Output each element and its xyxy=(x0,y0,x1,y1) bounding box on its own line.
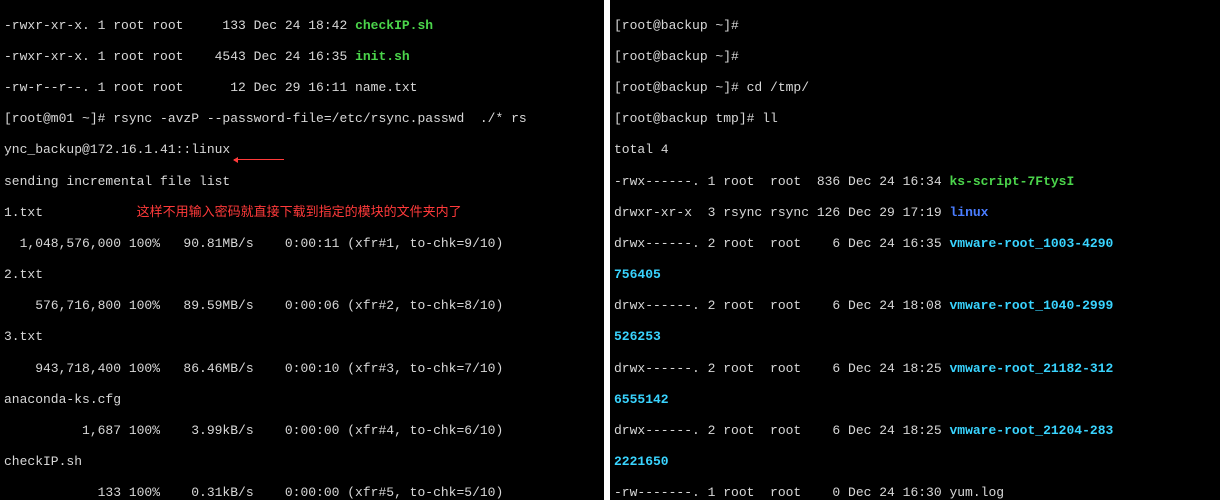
ls-line: -rwx------. 1 root root 836 Dec 24 16:34 xyxy=(614,174,949,189)
file-name: anaconda-ks.cfg xyxy=(4,392,600,408)
annotation-note: 这样不用输入密码就直接下载到指定的模块的文件夹内了 xyxy=(137,205,462,220)
progress-line: 1,048,576,000 100% 90.81MB/s 0:00:11 (xf… xyxy=(4,236,600,252)
progress-line: 943,718,400 100% 86.46MB/s 0:00:10 (xfr#… xyxy=(4,361,600,377)
dir-linux: linux xyxy=(949,205,988,220)
ls-line: drwx------. 2 root root 6 Dec 24 18:08 xyxy=(614,298,949,313)
prompt: [root@backup ~]# xyxy=(614,18,1216,34)
dir-vmware: vmware-root_21204-283 xyxy=(949,423,1113,438)
file-name: 3.txt xyxy=(4,329,600,345)
prompt: [root@m01 ~]# xyxy=(4,111,113,126)
ls-line: drwx------. 2 root root 6 Dec 24 16:35 xyxy=(614,236,949,251)
dir-vmware: vmware-root_1003-4290 xyxy=(949,236,1113,251)
progress-line: 133 100% 0.31kB/s 0:00:00 (xfr#5, to-chk… xyxy=(4,485,600,500)
dir-vmware-cont: 6555142 xyxy=(614,392,1216,408)
file-name: 2.txt xyxy=(4,267,600,283)
command-rsync: rsync -avzP --password-file=/etc/rsync.p… xyxy=(113,111,526,126)
command-cd: [root@backup ~]# cd /tmp/ xyxy=(614,80,1216,96)
dir-vmware-cont: 526253 xyxy=(614,329,1216,345)
file-checkip: checkIP.sh xyxy=(355,18,433,33)
dir-vmware-cont: 756405 xyxy=(614,267,1216,283)
ls-line: -rw-r--r--. 1 root root 12 Dec 29 16:11 … xyxy=(4,80,600,96)
output-line: total 4 xyxy=(614,142,1216,158)
right-terminal[interactable]: [root@backup ~]# [root@backup ~]# [root@… xyxy=(610,0,1220,500)
left-terminal[interactable]: -rwxr-xr-x. 1 root root 133 Dec 24 18:42… xyxy=(0,0,610,500)
command-ll: [root@backup tmp]# ll xyxy=(614,111,1216,127)
command-rsync-cont: ync_backup@172.16.1.41::linux xyxy=(4,142,230,157)
ls-line: drwx------. 2 root root 6 Dec 24 18:25 xyxy=(614,423,949,438)
file-init: init.sh xyxy=(355,49,410,64)
dir-vmware: vmware-root_1040-2999 xyxy=(949,298,1113,313)
file-name: 1.txt xyxy=(4,205,43,220)
dir-vmware: vmware-root_21182-312 xyxy=(949,361,1113,376)
output-line: sending incremental file list xyxy=(4,174,600,190)
ls-line: drwxr-xr-x 3 rsync rsync 126 Dec 29 17:1… xyxy=(614,205,949,220)
ls-line: -rwxr-xr-x. 1 root root 133 Dec 24 18:42 xyxy=(4,18,355,33)
ls-line: -rw-------. 1 root root 0 Dec 24 16:30 y… xyxy=(614,485,1216,500)
progress-line: 576,716,800 100% 89.59MB/s 0:00:06 (xfr#… xyxy=(4,298,600,314)
ls-line: -rwxr-xr-x. 1 root root 4543 Dec 24 16:3… xyxy=(4,49,355,64)
ls-line: drwx------. 2 root root 6 Dec 24 18:25 xyxy=(614,361,949,376)
file-ks-script: ks-script-7FtysI xyxy=(949,174,1074,189)
progress-line: 1,687 100% 3.99kB/s 0:00:00 (xfr#4, to-c… xyxy=(4,423,600,439)
prompt: [root@backup ~]# xyxy=(614,49,1216,65)
dir-vmware-cont: 2221650 xyxy=(614,454,1216,470)
file-name: checkIP.sh xyxy=(4,454,600,470)
